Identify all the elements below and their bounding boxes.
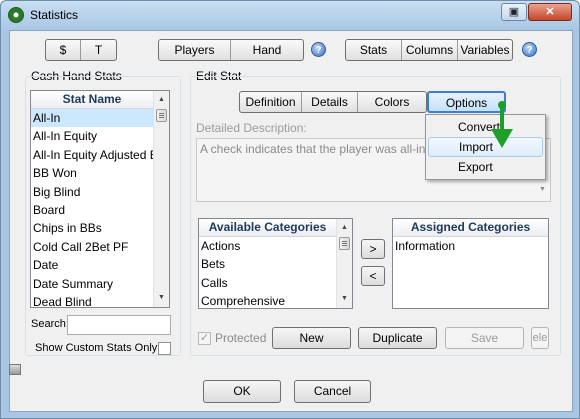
help-icon[interactable]: ? xyxy=(522,42,537,57)
currency-toggle-group: $ T xyxy=(45,39,117,61)
assigned-categories-list[interactable]: Assigned Categories Information xyxy=(392,218,549,309)
list-item[interactable]: All-In xyxy=(31,109,153,128)
search-label: Search: xyxy=(31,318,69,330)
menu-item-export[interactable]: Export xyxy=(428,157,543,177)
stat-name-list[interactable]: Stat Name All-In All-In Equity All-In Equi… xyxy=(30,90,170,308)
available-scrollbar[interactable]: ▲ ▼ xyxy=(336,219,352,308)
duplicate-button[interactable]: Duplicate xyxy=(358,327,437,349)
scroll-down-icon[interactable]: ▼ xyxy=(337,292,352,306)
save-button[interactable]: Save xyxy=(445,327,524,349)
stat-list-scrollbar[interactable]: ▲ ▼ xyxy=(153,91,169,307)
list-item[interactable]: Big Blind xyxy=(31,183,153,201)
stat-name-items: All-In All-In Equity All-In Equity Adjuste… xyxy=(31,109,153,307)
title-bar[interactable]: Statistics ▣ ✕ xyxy=(1,1,579,29)
list-item[interactable]: Comprehensive xyxy=(199,292,336,308)
protected-label: Protected xyxy=(215,331,267,345)
restore-button[interactable]: ▣ xyxy=(501,3,527,21)
scroll-thumb[interactable] xyxy=(339,237,350,250)
cancel-button[interactable]: Cancel xyxy=(294,380,371,403)
variables-toggle[interactable]: Variables xyxy=(458,40,512,60)
description-label: Detailed Description: xyxy=(196,121,307,135)
list-item[interactable]: Information xyxy=(393,237,548,255)
list-item[interactable]: Actions xyxy=(199,237,336,255)
show-custom-label: Show Custom Stats Only xyxy=(35,342,158,354)
dialog-body: $ T Players Hand ? Stats Columns Variabl… xyxy=(9,30,573,412)
annotation-arrow xyxy=(491,101,513,148)
annotation-arrow-head xyxy=(491,129,513,148)
players-toggle[interactable]: Players xyxy=(159,40,231,60)
tournament-toggle[interactable]: T xyxy=(81,40,116,60)
list-item[interactable]: Board xyxy=(31,201,153,219)
tab-definition[interactable]: Definition xyxy=(240,92,302,112)
protected-checkbox[interactable]: ✓ xyxy=(198,332,211,345)
ok-button[interactable]: OK xyxy=(203,380,281,403)
available-categories-items: Actions Bets Calls Comprehensive xyxy=(199,237,336,308)
search-input[interactable] xyxy=(67,315,171,335)
list-item[interactable]: Calls xyxy=(199,274,336,292)
list-item[interactable]: Date Summary xyxy=(31,275,153,293)
close-button[interactable]: ✕ xyxy=(528,3,572,21)
players-hand-toggle-group: Players Hand xyxy=(158,39,304,61)
scroll-up-icon[interactable]: ▲ xyxy=(337,221,352,235)
move-right-button[interactable]: > xyxy=(361,239,385,259)
options-menu: Convert Import Export xyxy=(425,114,546,180)
new-button[interactable]: New xyxy=(272,327,351,349)
list-item[interactable]: Bets xyxy=(199,255,336,273)
scroll-down-icon[interactable]: ▼ xyxy=(154,291,169,305)
menu-item-convert[interactable]: Convert xyxy=(428,117,543,137)
delete-button[interactable]: ele xyxy=(531,327,549,349)
help-icon[interactable]: ? xyxy=(311,42,326,57)
available-categories-header[interactable]: Available Categories xyxy=(199,219,336,237)
available-categories-list[interactable]: Available Categories Actions Bets Calls Com… xyxy=(198,218,353,309)
statistics-window: Statistics ▣ ✕ $ T Players Hand ? Stats … xyxy=(0,0,580,419)
assigned-categories-items: Information xyxy=(393,237,548,255)
tab-colors[interactable]: Colors xyxy=(358,92,426,112)
menu-item-import[interactable]: Import xyxy=(428,137,543,157)
show-custom-checkbox[interactable] xyxy=(158,342,171,355)
list-item[interactable]: All-In Equity xyxy=(31,127,153,145)
tab-details[interactable]: Details xyxy=(302,92,358,112)
description-scroll-down-icon[interactable]: ▼ xyxy=(539,186,546,193)
edit-tabs: Definition Details Colors xyxy=(239,91,427,113)
list-item[interactable]: Dead Blind xyxy=(31,293,153,307)
window-title: Statistics xyxy=(30,8,79,22)
hand-toggle[interactable]: Hand xyxy=(231,40,303,60)
scroll-up-icon[interactable]: ▲ xyxy=(154,93,169,107)
list-item[interactable]: BB Won xyxy=(31,164,153,182)
list-item[interactable]: Cold Call 2Bet PF xyxy=(31,238,153,256)
list-item[interactable]: All-In Equity Adjusted BB xyxy=(31,146,153,164)
app-icon xyxy=(8,7,24,23)
stats-toggle[interactable]: Stats xyxy=(346,40,402,60)
assigned-categories-header[interactable]: Assigned Categories xyxy=(393,219,548,237)
move-left-button[interactable]: < xyxy=(361,266,385,286)
columns-toggle[interactable]: Columns xyxy=(402,40,458,60)
list-item[interactable]: Chips in BBs xyxy=(31,219,153,237)
scroll-thumb[interactable] xyxy=(156,109,167,122)
status-icon xyxy=(9,364,21,375)
list-item[interactable]: Date xyxy=(31,256,153,274)
dollar-toggle[interactable]: $ xyxy=(46,40,81,60)
stat-name-column-header[interactable]: Stat Name xyxy=(31,91,153,109)
view-toggle-group: Stats Columns Variables xyxy=(345,39,513,61)
